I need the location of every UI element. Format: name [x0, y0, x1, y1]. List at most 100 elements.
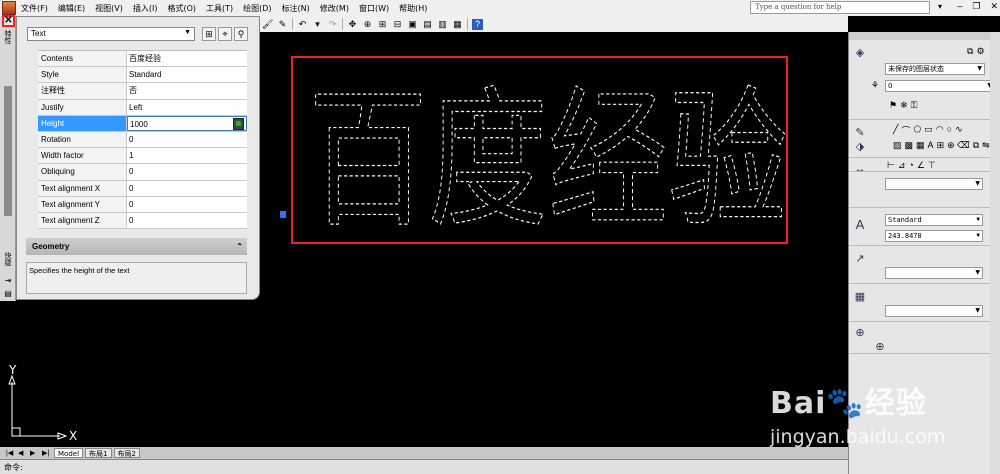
- help-search-input[interactable]: Type a question for help: [750, 1, 930, 14]
- make-current-icon[interactable]: ⚘: [871, 80, 879, 91]
- property-row-height[interactable]: Height 1000 ▦: [38, 115, 247, 132]
- collapse-icon[interactable]: ⌃: [236, 238, 243, 255]
- undo-icon[interactable]: ↶: [297, 19, 308, 30]
- tool-palettes-icon[interactable]: ▥: [437, 19, 448, 30]
- erase-icon[interactable]: ⌫: [957, 140, 970, 151]
- menu-edit[interactable]: 编辑(E): [53, 3, 90, 14]
- property-row[interactable]: Justify Left: [38, 99, 247, 116]
- menu-view[interactable]: 视图(V): [90, 3, 128, 14]
- baseline-dim-icon[interactable]: ⊤: [928, 160, 936, 171]
- property-value[interactable]: Left: [127, 99, 247, 115]
- property-row[interactable]: Obliquing 0: [38, 164, 247, 181]
- text-grip-handle[interactable]: [280, 211, 286, 218]
- height-input[interactable]: 1000 ▦: [127, 115, 247, 131]
- palette-titlebar-grip[interactable]: [4, 86, 12, 216]
- property-row[interactable]: Width factor 1: [38, 148, 247, 165]
- property-row[interactable]: 注释性否: [38, 83, 247, 100]
- tab-nav-prev-icon[interactable]: ◀: [18, 449, 28, 457]
- layer-properties-icon[interactable]: ⧉: [967, 46, 973, 57]
- quick-select-icon[interactable]: ⚲: [234, 27, 248, 41]
- layer-select[interactable]: 0 ▼: [885, 80, 995, 92]
- restore-icon[interactable]: ❐: [972, 1, 980, 12]
- add-panel-icon[interactable]: ⊕: [873, 340, 887, 354]
- menu-help[interactable]: 帮助(H): [394, 3, 432, 14]
- multileader-category-icon[interactable]: ↗: [853, 252, 867, 266]
- menu-modify[interactable]: 修改(M): [315, 3, 354, 14]
- property-value[interactable]: 1: [127, 148, 247, 164]
- app-icon[interactable]: [2, 1, 16, 15]
- zoom-previous-icon[interactable]: ⊟: [392, 19, 403, 30]
- layer-lock-icon[interactable]: ⚿: [911, 100, 918, 111]
- menu-tools[interactable]: 工具(T): [201, 3, 238, 14]
- close-window-icon[interactable]: ✕: [990, 1, 998, 12]
- angular-dim-icon[interactable]: ∠: [917, 160, 925, 171]
- calculator-icon[interactable]: ▦: [452, 19, 463, 30]
- help-search-dropdown-icon[interactable]: ▾: [938, 2, 942, 11]
- menu-draw[interactable]: 绘图(D): [238, 3, 276, 14]
- help-icon[interactable]: ?: [472, 18, 483, 30]
- toggle-pickadd-icon[interactable]: ⊞: [202, 27, 216, 41]
- pan-icon[interactable]: ✥: [347, 19, 358, 30]
- layers-category-icon[interactable]: ◈: [853, 46, 867, 60]
- table-style-select[interactable]: ▼: [885, 305, 983, 317]
- layer-freeze-icon[interactable]: ❄: [900, 100, 908, 111]
- tab-model[interactable]: Model: [54, 448, 84, 458]
- aligned-dim-icon[interactable]: ⊿: [898, 160, 906, 171]
- menu-window[interactable]: 窗口(W): [354, 3, 394, 14]
- tab-layout2[interactable]: 布局2: [113, 448, 140, 458]
- property-value[interactable]: Standard: [127, 67, 247, 83]
- auto-hide-icon[interactable]: ⇥: [3, 276, 13, 285]
- tab-nav-last-icon[interactable]: ▶|: [42, 449, 52, 457]
- dashboard-scrollbar[interactable]: [990, 32, 1000, 474]
- modify-category-icon[interactable]: ⬗: [853, 140, 867, 154]
- zoom-window-icon[interactable]: ⊞: [377, 19, 388, 30]
- select-objects-icon[interactable]: ⌖: [218, 27, 232, 41]
- table-category-icon[interactable]: ▦: [853, 290, 867, 304]
- close-palette-button[interactable]: ✕: [2, 15, 15, 27]
- property-row[interactable]: Style Standard: [38, 67, 247, 84]
- layer-isolate-icon[interactable]: ⚑: [889, 100, 897, 111]
- match-properties-icon[interactable]: 🖌: [262, 19, 273, 30]
- object-type-select[interactable]: Text ▼: [27, 27, 195, 41]
- linear-dim-icon[interactable]: ⊢: [887, 160, 895, 171]
- command-line[interactable]: 命令:: [0, 459, 848, 474]
- property-value[interactable]: 0: [127, 164, 247, 180]
- property-value[interactable]: 0: [127, 196, 247, 212]
- text-style-select[interactable]: Standard ▼: [885, 214, 983, 226]
- mirror-icon[interactable]: ⇋: [982, 140, 990, 151]
- text-category-icon[interactable]: A: [853, 218, 867, 232]
- dimension-category-icon[interactable]: ↔: [853, 162, 867, 176]
- dimension-style-select[interactable]: ▼: [885, 178, 983, 190]
- tab-nav-next-icon[interactable]: ▶: [30, 449, 40, 457]
- menu-dimension[interactable]: 标注(N): [277, 3, 315, 14]
- property-row[interactable]: Text alignment Y0: [38, 196, 247, 213]
- menu-insert[interactable]: 插入(I): [128, 3, 163, 14]
- minimize-icon[interactable]: –: [957, 1, 962, 12]
- property-value[interactable]: 百度经验: [127, 51, 247, 67]
- radius-dim-icon[interactable]: ◔: [908, 160, 913, 171]
- menu-format[interactable]: 格式(O): [162, 3, 201, 14]
- copy-icon[interactable]: ⧉: [973, 140, 979, 151]
- navigation-category-icon[interactable]: ⊕: [853, 326, 867, 340]
- text-height-select[interactable]: 243.8478 ▼: [885, 230, 983, 242]
- multileader-style-select[interactable]: ▼: [885, 267, 983, 279]
- property-value[interactable]: 0: [127, 212, 247, 229]
- property-row[interactable]: Contents 百度经验: [38, 51, 247, 68]
- properties-palette-titlebar[interactable]: 特性 快捷 ⇥ ▤: [0, 16, 16, 301]
- property-row[interactable]: Text alignment X0: [38, 180, 247, 197]
- geometry-section-header[interactable]: Geometry ⌃: [26, 238, 247, 255]
- zoom-icon[interactable]: ⊕: [362, 19, 373, 30]
- design-center-icon[interactable]: ▤: [422, 19, 433, 30]
- tab-nav-first-icon[interactable]: |◀: [6, 449, 16, 457]
- tab-layout1[interactable]: 布局1: [85, 448, 112, 458]
- properties-icon[interactable]: ▣: [407, 19, 418, 30]
- menu-file[interactable]: 文件(F): [16, 3, 53, 14]
- brush-icon[interactable]: ✎: [277, 19, 288, 30]
- property-value[interactable]: 0: [127, 131, 247, 148]
- property-row[interactable]: Rotation 0: [38, 131, 247, 149]
- layer-states-icon[interactable]: ⚙: [976, 46, 984, 57]
- property-value[interactable]: 否: [127, 83, 247, 99]
- redo-icon[interactable]: ↷: [327, 19, 338, 30]
- property-value[interactable]: 0: [127, 180, 247, 196]
- quickcalc-icon[interactable]: ▦: [233, 117, 244, 130]
